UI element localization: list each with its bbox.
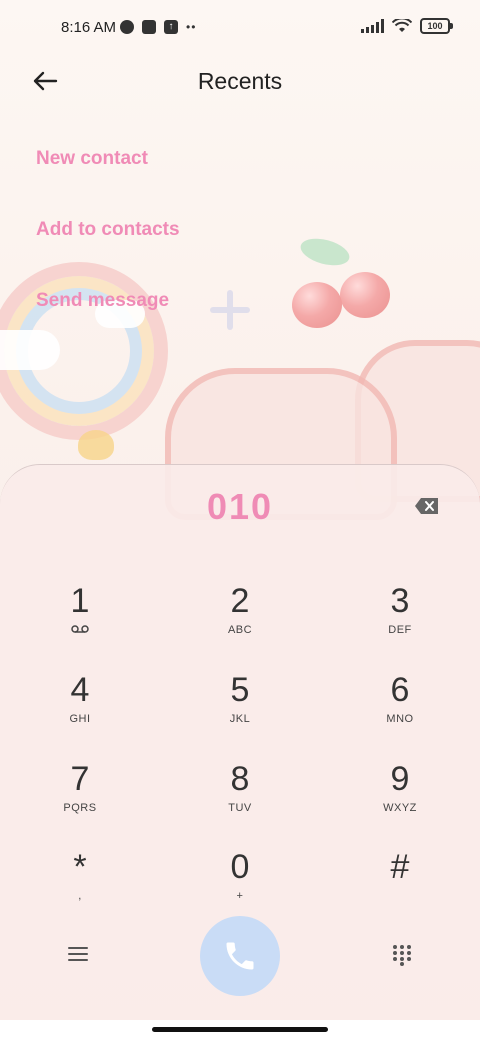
add-to-contacts-button[interactable]: Add to contacts — [36, 219, 180, 241]
key-digit: 3 — [390, 582, 410, 620]
home-indicator[interactable] — [152, 1027, 328, 1032]
key-letters: WXYZ — [383, 802, 417, 814]
signal-icon — [361, 19, 384, 33]
sparkle-decoration — [210, 290, 250, 330]
system-icons: 100 — [361, 18, 453, 34]
key-letters: MNO — [386, 713, 414, 725]
backspace-icon — [415, 498, 438, 514]
cherry-decoration-left — [292, 282, 342, 328]
phone-icon — [226, 942, 254, 970]
upload-notification-icon: ↑ — [164, 20, 178, 34]
key-hash[interactable]: # — [340, 848, 460, 928]
key-digit: 1 — [70, 582, 90, 620]
key-letters: ABC — [227, 624, 253, 636]
battery-icon: 100 — [420, 18, 453, 34]
key-1[interactable]: 1 — [20, 582, 140, 662]
status-time: 8:16 AM — [61, 19, 117, 36]
dialpad-icon — [393, 945, 411, 966]
key-letters: PQRS — [63, 802, 97, 814]
dialed-number: 010 — [206, 486, 274, 527]
key-5[interactable]: 5 JKL — [180, 671, 300, 751]
backspace-button[interactable] — [414, 496, 440, 516]
cloud-decoration — [0, 330, 60, 370]
voicemail-icon — [20, 624, 140, 637]
key-2[interactable]: 2 ABC — [180, 582, 300, 662]
key-digit: 4 — [70, 671, 90, 709]
key-letters: TUV — [228, 802, 252, 814]
key-digit: 2 — [230, 582, 250, 620]
page-title: Recents — [197, 68, 283, 94]
key-digit: * — [73, 848, 87, 886]
heart-decoration — [78, 430, 114, 460]
key-letters: + — [236, 890, 244, 902]
key-letters: JKL — [229, 713, 251, 725]
key-digit: 8 — [230, 760, 250, 798]
menu-icon — [68, 947, 88, 961]
key-letters: GHI — [69, 713, 91, 725]
key-digit: # — [390, 848, 410, 886]
key-letters: , — [78, 890, 82, 902]
cherry-decoration-right — [340, 272, 390, 318]
keypad-toggle-button[interactable] — [392, 944, 412, 966]
status-bar: 8:16 AM ↑ •• 100 — [0, 0, 480, 56]
key-digit: 6 — [390, 671, 410, 709]
call-button[interactable] — [200, 916, 280, 996]
square-notification-icon — [142, 20, 156, 34]
notification-icons: ↑ •• — [120, 20, 196, 34]
key-digit: 5 — [230, 671, 250, 709]
key-digit: 9 — [390, 760, 410, 798]
app-notification-icon — [120, 20, 134, 34]
more-notifications-icon: •• — [186, 20, 197, 34]
send-message-button[interactable]: Send message — [36, 290, 169, 312]
key-4[interactable]: 4 GHI — [20, 671, 140, 751]
key-letters: DEF — [388, 624, 412, 636]
key-digit: 7 — [70, 760, 90, 798]
key-star[interactable]: * , — [20, 848, 140, 928]
new-contact-button[interactable]: New contact — [36, 148, 148, 170]
key-6[interactable]: 6 MNO — [340, 671, 460, 751]
key-digit: 0 — [230, 848, 250, 886]
key-8[interactable]: 8 TUV — [180, 760, 300, 840]
wifi-icon — [392, 19, 412, 32]
menu-button[interactable] — [66, 944, 90, 964]
key-9[interactable]: 9 WXYZ — [340, 760, 460, 840]
key-7[interactable]: 7 PQRS — [20, 760, 140, 840]
key-3[interactable]: 3 DEF — [340, 582, 460, 662]
